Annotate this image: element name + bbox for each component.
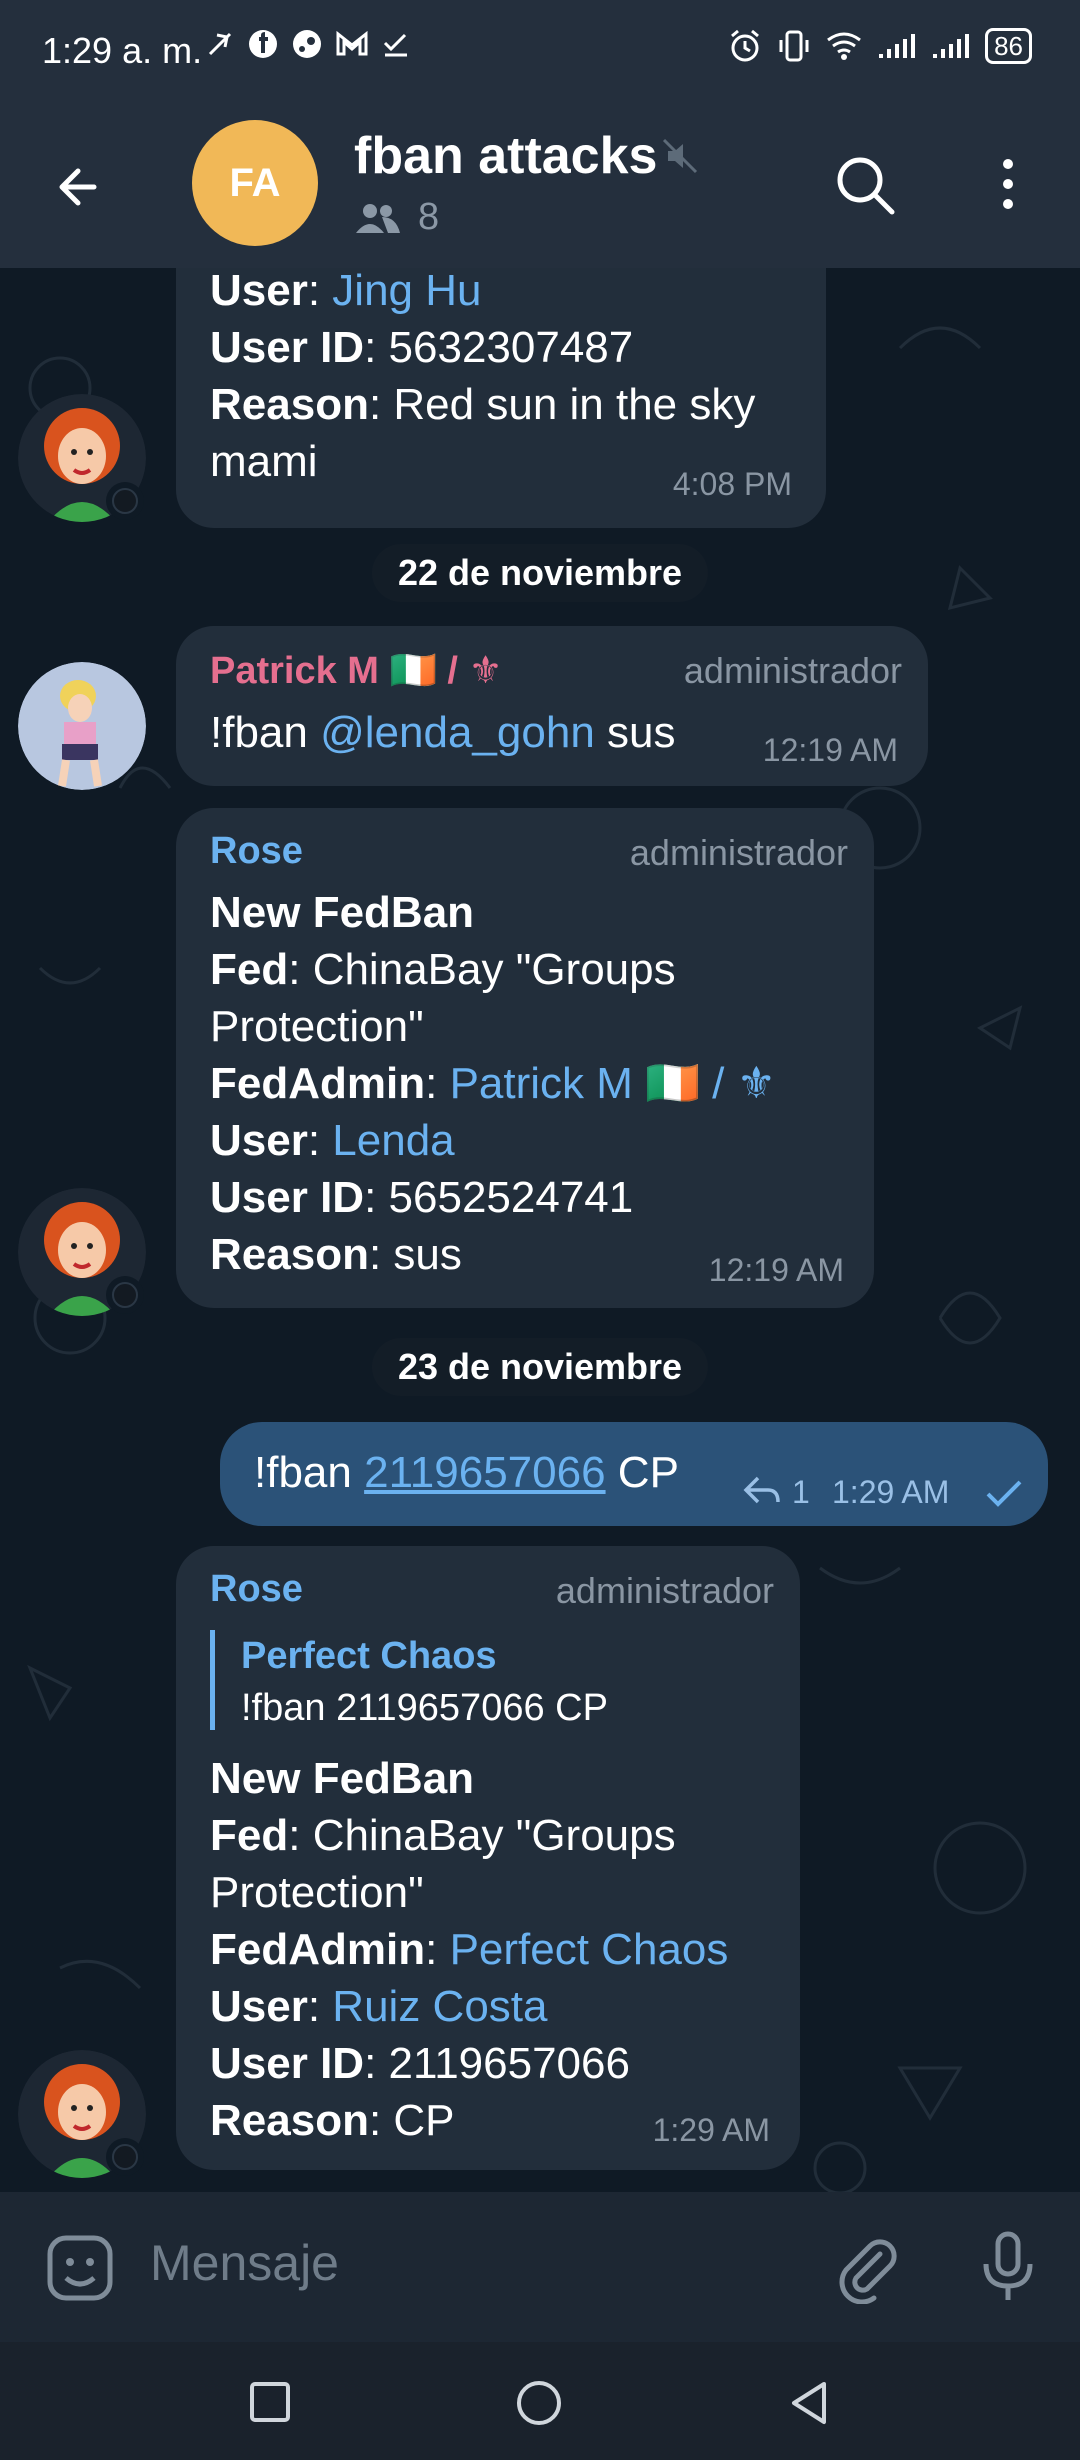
reply-icon[interactable]	[742, 1474, 782, 1506]
read-check-icon	[986, 1480, 1022, 1507]
task-check-icon	[383, 33, 407, 57]
status-dot	[106, 2138, 144, 2176]
members-icon	[356, 203, 400, 233]
userid-line: User ID: 5632307487	[210, 323, 634, 372]
message-text: !fban 2119657066 CP	[254, 1448, 679, 1497]
patrick-avatar-image	[18, 662, 146, 790]
notification-icons	[205, 28, 411, 60]
status-time: 1:29 a. m.	[42, 30, 203, 71]
fedadmin-link[interactable]: Perfect Chaos	[450, 1925, 729, 1974]
quote-text: !fban 2119657066 CP	[241, 1687, 608, 1729]
reply-count: 1	[792, 1474, 810, 1510]
group-avatar[interactable]: FA	[192, 120, 318, 246]
gmail-icon	[336, 30, 368, 56]
message-list[interactable]: User: Jing Hu User ID: 5632307487 Reason…	[0, 268, 1080, 2192]
composer-bar: Mensaje	[0, 2192, 1080, 2342]
user-link[interactable]: Jing Hu	[332, 268, 481, 315]
message-bubble[interactable]: User: Jing Hu User ID: 5632307487 Reason…	[176, 268, 826, 528]
sender-name[interactable]: Rose	[210, 1568, 303, 1611]
nav-home-icon[interactable]	[514, 2378, 564, 2428]
nav-recent-icon[interactable]	[248, 2380, 292, 2424]
signal-2-icon	[933, 34, 970, 58]
message-time: 1:29 AM	[832, 1474, 950, 1510]
sender-name[interactable]: Patrick M 🇮🇪 / ⚜	[210, 648, 503, 693]
user-line: User: Jing Hu	[210, 268, 482, 315]
fedadmin-link[interactable]: Patrick M 🇮🇪 / ⚜	[450, 1059, 776, 1108]
message-bubble[interactable]: Rose administrador Perfect Chaos !fban 2…	[176, 1546, 800, 2170]
admin-badge: administrador	[629, 832, 848, 873]
sticker-icon[interactable]	[44, 2232, 116, 2304]
message-text: New FedBan Fed: ChinaBay "Groups Protect…	[210, 888, 777, 1279]
message-text: New FedBan Fed: ChinaBay "Groups Protect…	[210, 1754, 729, 2145]
patrick-avatar[interactable]	[18, 662, 146, 790]
wifi-icon	[827, 32, 861, 60]
admin-badge: administrador	[555, 1570, 774, 1611]
member-count-value: 8	[418, 196, 440, 238]
steam-icon	[293, 30, 321, 58]
more-vert-icon[interactable]	[990, 150, 1026, 220]
message-time: 12:19 AM	[708, 1252, 844, 1288]
alarm-icon	[731, 29, 760, 62]
quote-author: Perfect Chaos	[241, 1635, 497, 1677]
mute-icon	[662, 138, 698, 174]
mic-icon[interactable]	[972, 2230, 1044, 2306]
status-dot	[106, 1276, 144, 1314]
message-time: 1:29 AM	[652, 2112, 770, 2148]
message-text: !fban @lenda_gohn sus	[210, 708, 676, 757]
message-input[interactable]: Mensaje	[150, 2234, 339, 2292]
app-notification-icon	[208, 32, 232, 56]
mention-link[interactable]: @lenda_gohn	[320, 708, 595, 757]
status-dot	[106, 482, 144, 520]
outgoing-message-bubble[interactable]: !fban 2119657066 CP 1 1:29 AM	[220, 1422, 1048, 1526]
back-arrow-icon[interactable]	[48, 152, 118, 222]
user-link[interactable]: Ruiz Costa	[332, 1982, 547, 2031]
chat-title[interactable]: fban attacks	[354, 126, 657, 186]
date-separator: 22 de noviembre	[371, 544, 709, 602]
member-count[interactable]: 8	[354, 196, 439, 239]
message-bubble[interactable]: Patrick M 🇮🇪 / ⚜ administrador !fban @le…	[176, 626, 928, 786]
chat-header: FA fban attacks 8	[0, 100, 1080, 268]
signal-1-icon	[879, 34, 916, 58]
system-nav-bar	[0, 2342, 1080, 2460]
search-icon[interactable]	[830, 150, 900, 220]
sender-name[interactable]: Rose	[210, 830, 303, 873]
vibrate-icon	[779, 30, 809, 62]
reply-quote[interactable]: Perfect Chaos !fban 2119657066 CP	[210, 1630, 608, 1730]
message-time: 4:08 PM	[672, 466, 792, 502]
facebook-icon	[249, 30, 277, 58]
attach-icon[interactable]	[830, 2232, 902, 2304]
system-icons: 86	[727, 28, 1032, 64]
status-bar: 1:29 a. m. 86	[0, 0, 1080, 100]
battery-level: 86	[985, 28, 1032, 64]
id-link[interactable]: 2119657066	[364, 1448, 605, 1497]
message-bubble[interactable]: Rose administrador New FedBan Fed: China…	[176, 808, 874, 1308]
nav-back-icon[interactable]	[786, 2378, 832, 2428]
admin-badge: administrador	[683, 650, 902, 691]
user-link[interactable]: Lenda	[332, 1116, 454, 1165]
date-separator: 23 de noviembre	[371, 1338, 709, 1396]
message-time: 12:19 AM	[762, 732, 898, 768]
